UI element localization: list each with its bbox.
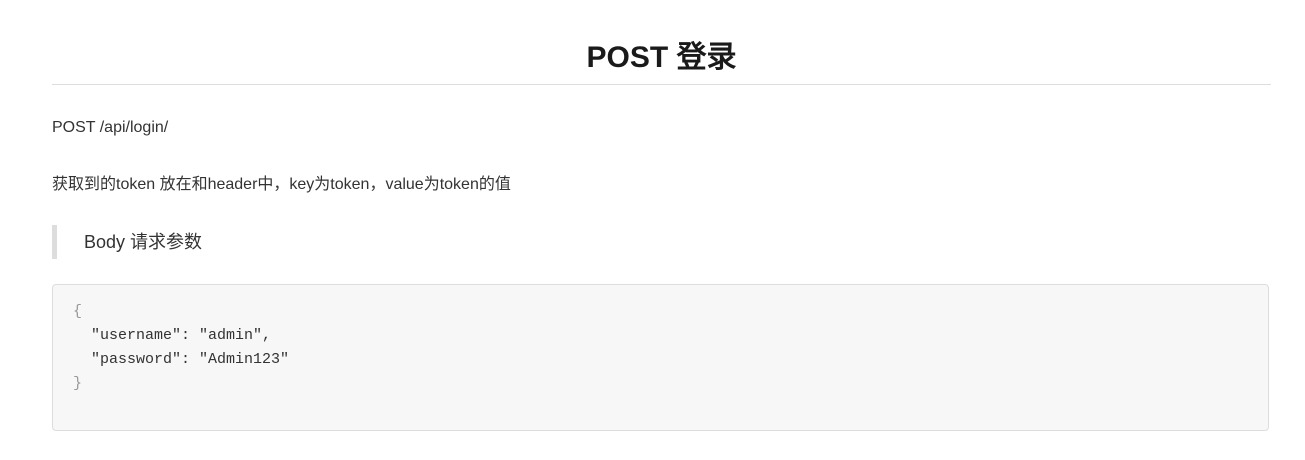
code-close-brace: } xyxy=(73,375,83,392)
doc-page: POST 登录 POST /api/login/ 获取到的token 放在和he… xyxy=(0,0,1305,460)
code-block[interactable]: { "username": "admin", "password": "Admi… xyxy=(52,284,1269,431)
body-params-blockquote: Body 请求参数 xyxy=(52,225,202,259)
endpoint-text: POST /api/login/ xyxy=(52,119,169,136)
code-line-password: "password": "Admin123" xyxy=(73,351,290,368)
code-line-username: "username": "admin", xyxy=(73,327,272,344)
code-open-brace: { xyxy=(73,303,83,320)
page-title: POST 登录 xyxy=(52,32,1271,85)
description-text: 获取到的token 放在和header中，key为token，value为tok… xyxy=(52,176,511,193)
